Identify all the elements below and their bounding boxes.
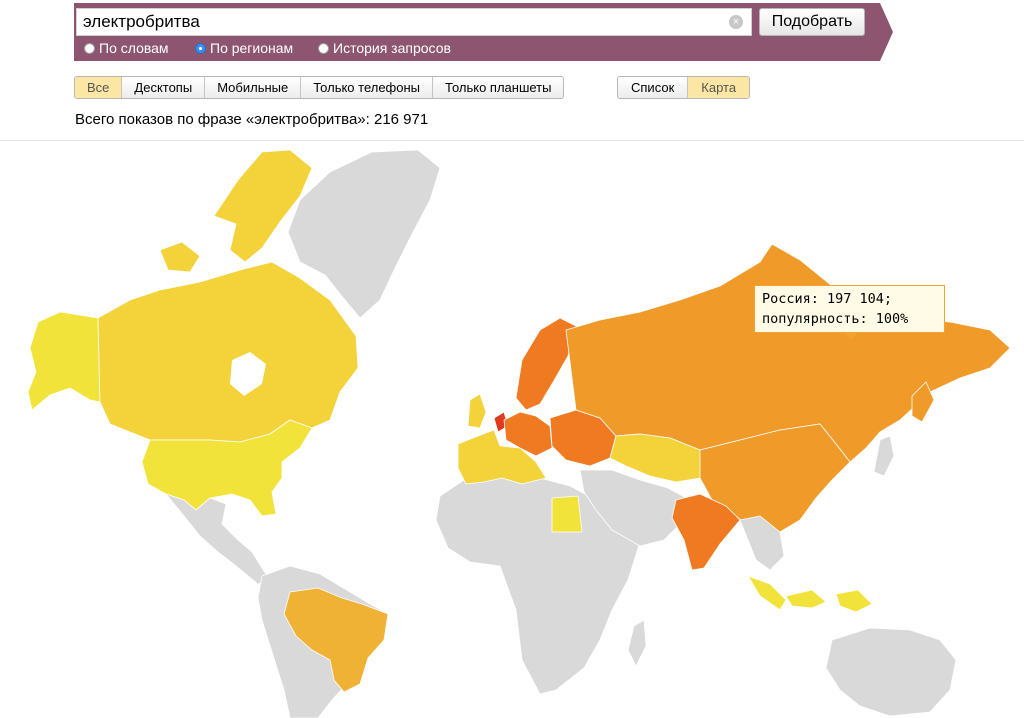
tab-map[interactable]: Карта [688, 77, 750, 98]
region-madagascar[interactable] [627, 619, 647, 667]
radio-checked-icon[interactable] [195, 42, 206, 54]
search-input[interactable] [83, 9, 713, 35]
region-japan[interactable] [873, 435, 895, 477]
radio-icon[interactable] [318, 42, 329, 54]
region-tooltip: Россия: 197 104; популярность: 100% [754, 285, 945, 333]
mode-history[interactable]: История запросов [318, 39, 451, 57]
total-impressions: Всего показов по фразе «электробритва»: … [75, 111, 429, 128]
device-tabs: Все Десктопы Мобильные Только телефоны Т… [74, 76, 565, 99]
tooltip-pointer [844, 332, 858, 339]
tab-tablets-only[interactable]: Только планшеты [433, 77, 563, 98]
region-australia[interactable] [825, 627, 957, 717]
tab-list[interactable]: Список [618, 77, 689, 98]
world-map [27, 149, 1011, 718]
search-panel-arrow [880, 3, 893, 61]
region-mexico[interactable] [165, 493, 271, 585]
tab-phones-only[interactable]: Только телефоны [301, 77, 434, 98]
region-canada-islands-west[interactable] [159, 241, 201, 273]
region-indonesia-1[interactable] [747, 575, 787, 611]
tab-all[interactable]: Все [75, 77, 123, 98]
clear-icon[interactable]: × [729, 15, 743, 29]
tab-desktops[interactable]: Десктопы [122, 77, 206, 98]
region-egypt[interactable] [551, 495, 583, 533]
region-alaska[interactable] [27, 311, 101, 411]
mode-label: По регионам [210, 40, 294, 56]
mode-by-regions[interactable]: По регионам [195, 39, 293, 57]
mode-label: По словам [99, 40, 169, 56]
submit-button[interactable]: Подобрать [759, 8, 865, 36]
region-uk[interactable] [467, 393, 487, 429]
region-indonesia-2[interactable] [785, 589, 827, 609]
mode-label: История запросов [333, 40, 451, 56]
tooltip-popularity: популярность: 100% [762, 311, 909, 327]
tab-mobile[interactable]: Мобильные [205, 77, 302, 98]
mode-by-words[interactable]: По словам [84, 39, 169, 57]
region-indonesia-3[interactable] [835, 589, 873, 613]
tooltip-value: Россия: 197 104; [762, 291, 893, 307]
search-field[interactable]: × [76, 8, 752, 36]
view-tabs: Список Карта [617, 76, 751, 99]
region-canada[interactable] [97, 261, 359, 443]
radio-icon[interactable] [84, 42, 95, 54]
